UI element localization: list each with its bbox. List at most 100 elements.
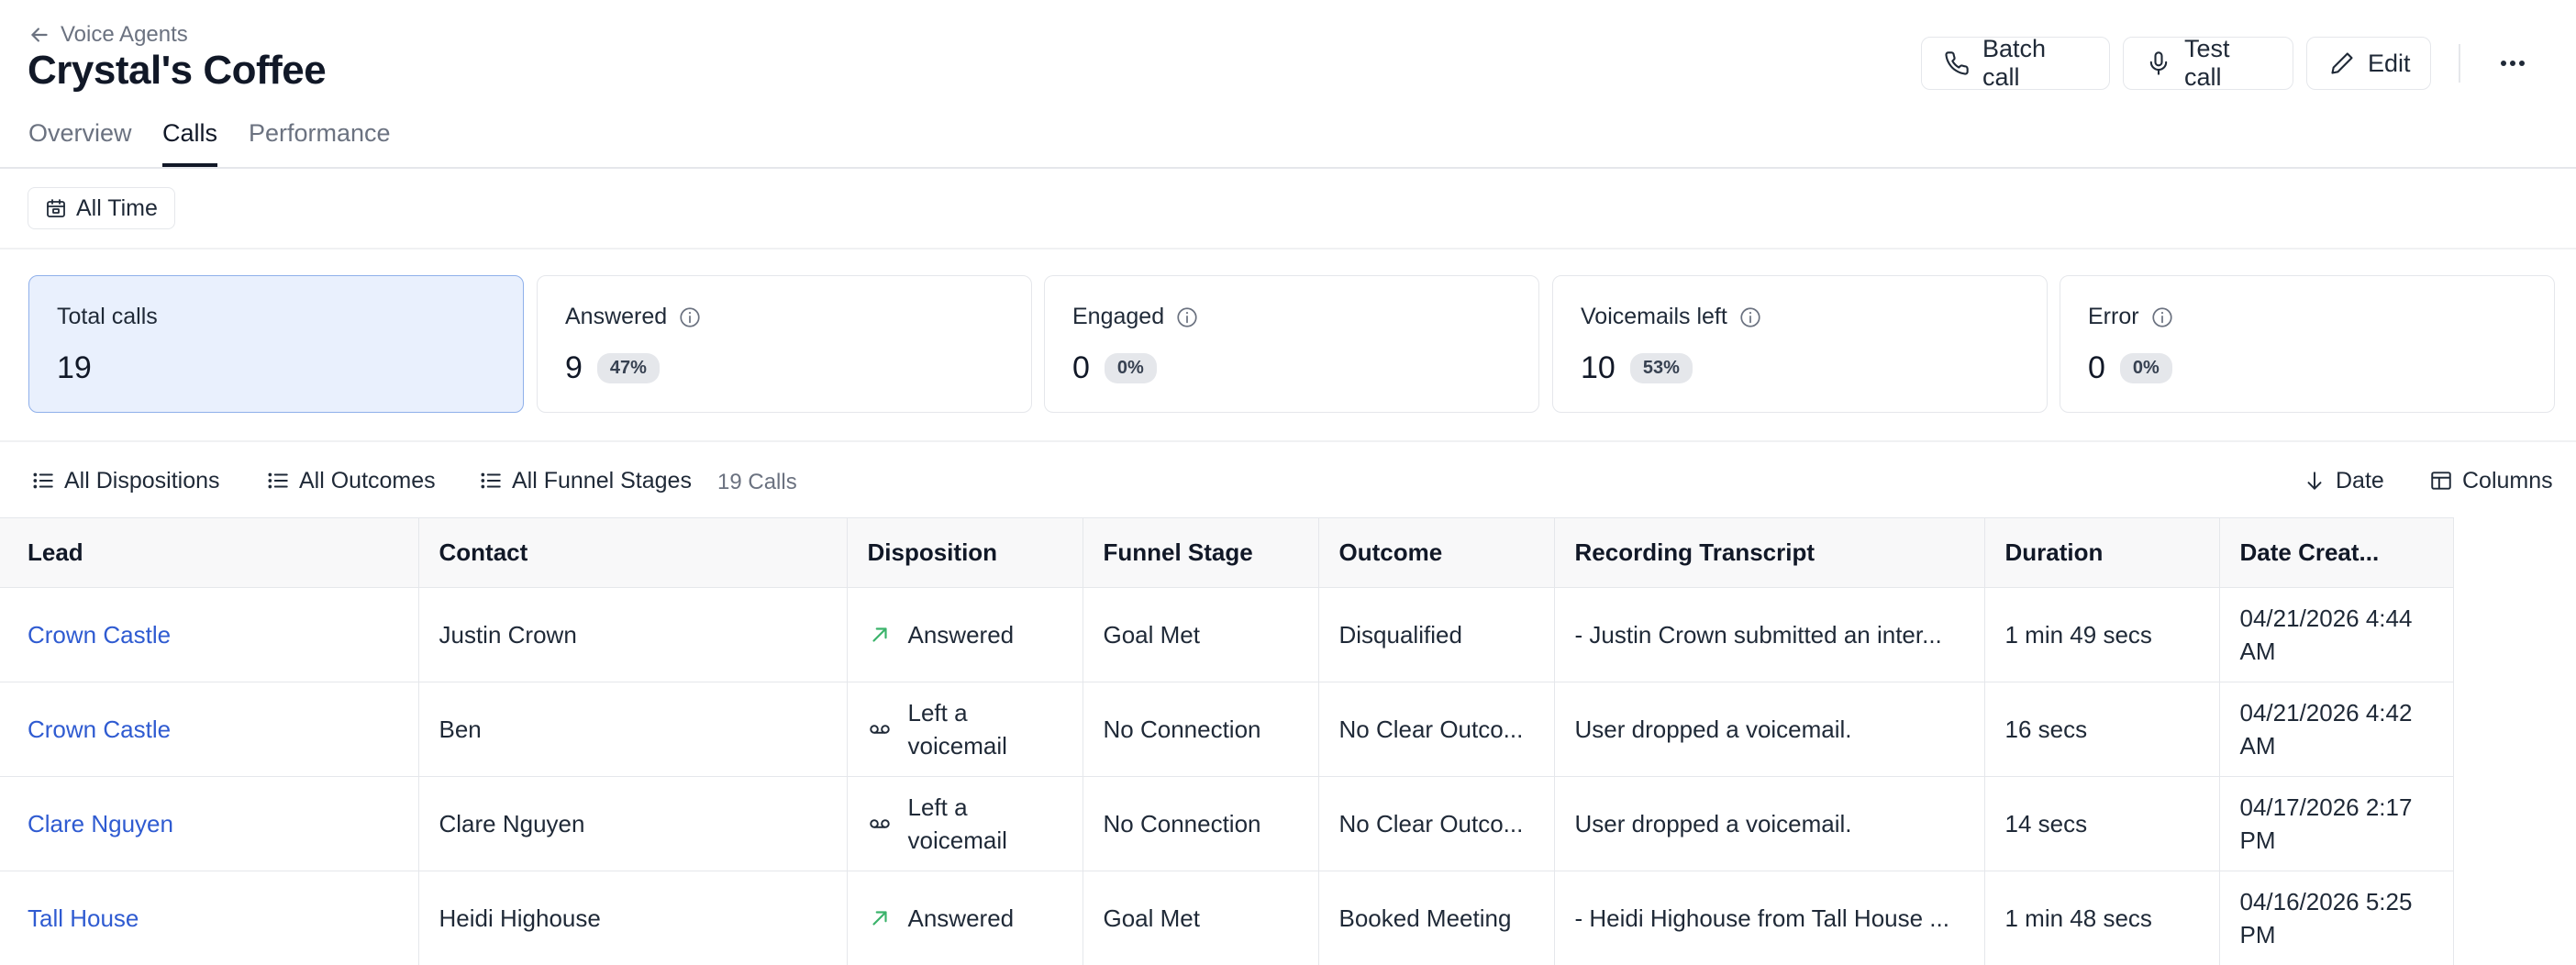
dispositions-filter-label: All Dispositions [64, 467, 220, 494]
table-header-row: Lead Contact Disposition Funnel Stage Ou… [0, 517, 2454, 588]
outcome-cell: No Clear Outco... [1318, 682, 1555, 777]
funnel-stage-cell: No Connection [1083, 776, 1319, 871]
back-link[interactable]: Voice Agents [28, 20, 188, 50]
phone-icon [1945, 51, 1969, 75]
contact-cell: Justin Crown [418, 587, 848, 682]
table-row[interactable]: Crown Castle Justin Crown Answered Goal … [0, 587, 2454, 682]
contact-cell: Ben [418, 682, 848, 777]
contact-cell: Heidi Highouse [418, 871, 848, 965]
tab-calls[interactable]: Calls [162, 119, 218, 167]
date-cell: 04/17/2026 2:17 PM [2219, 776, 2454, 871]
disposition-label: Left a voicemail [907, 699, 1007, 760]
dispositions-filter[interactable]: All Dispositions [31, 462, 220, 499]
stats-row: Total calls 19 Answered 9 47% Engaged 0 … [0, 250, 2576, 442]
column-header-recording-transcript[interactable]: Recording Transcript [1554, 517, 1985, 588]
outcome-cell: Booked Meeting [1318, 871, 1555, 965]
sort-date-button[interactable]: Date [2303, 462, 2384, 499]
lead-link[interactable]: Tall House [28, 904, 139, 932]
table-row[interactable]: Tall House Heidi Highouse Answered Goal … [0, 871, 2454, 965]
list-icon [33, 472, 53, 489]
time-filter-bar: All Time [0, 169, 2576, 250]
stat-percent-badge: 0% [2119, 353, 2172, 383]
columns-icon [2431, 471, 2451, 490]
lead-link[interactable]: Clare Nguyen [28, 810, 173, 837]
date-cell: 04/21/2026 4:42 AM [2219, 682, 2454, 777]
column-header-outcome[interactable]: Outcome [1318, 517, 1555, 588]
pencil-icon [2331, 52, 2353, 74]
stat-percent-badge: 47% [596, 353, 660, 383]
time-filter-button[interactable]: All Time [28, 187, 175, 229]
batch-call-label: Batch call [1982, 35, 2047, 91]
column-header-duration[interactable]: Duration [1984, 517, 2220, 588]
info-icon[interactable] [1175, 305, 1199, 329]
stat-card-engaged[interactable]: Engaged 0 0% [1044, 275, 1539, 413]
stat-card-error[interactable]: Error 0 0% [2060, 275, 2555, 413]
arrow-up-right-icon [872, 627, 887, 642]
batch-call-button[interactable]: Batch call [1921, 35, 2110, 91]
stat-value: 0 [2088, 350, 2105, 385]
edit-label: Edit [2368, 49, 2411, 77]
disposition-label: Left a voicemail [907, 793, 1007, 854]
stat-card-answered[interactable]: Answered 9 47% [537, 275, 1032, 413]
column-header-funnel-stage[interactable]: Funnel Stage [1083, 517, 1319, 588]
info-icon[interactable] [1738, 305, 1762, 329]
column-header-contact[interactable]: Contact [418, 517, 848, 588]
outcomes-filter[interactable]: All Outcomes [266, 462, 436, 499]
funnel-stages-filter[interactable]: All Funnel Stages [479, 462, 692, 499]
stat-value: 0 [1072, 350, 1090, 385]
sort-date-label: Date [2336, 467, 2384, 494]
funnel-stage-cell: Goal Met [1083, 871, 1319, 965]
columns-button[interactable]: Columns [2429, 462, 2553, 499]
tab-bar: Overview Calls Performance [0, 110, 2576, 169]
arrow-down-icon [2307, 471, 2322, 490]
table-row[interactable]: Clare Nguyen Clare Nguyen Left a voicema… [0, 776, 2454, 871]
list-icon [268, 472, 288, 489]
contact-cell: Clare Nguyen [418, 776, 848, 871]
columns-label: Columns [2462, 467, 2553, 494]
calls-table: Lead Contact Disposition Funnel Stage Ou… [0, 517, 2454, 965]
microphone-icon [2149, 51, 2168, 75]
test-call-button[interactable]: Test call [2123, 35, 2293, 91]
back-link-label: Voice Agents [61, 22, 188, 47]
edit-button[interactable]: Edit [2306, 37, 2431, 90]
tab-overview[interactable]: Overview [28, 119, 132, 167]
info-icon[interactable] [2150, 305, 2174, 329]
voicemail-icon [869, 725, 890, 734]
stat-percent-badge: 53% [1629, 353, 1693, 383]
stat-card-total-calls[interactable]: Total calls 19 [28, 275, 524, 413]
stat-card-voicemails-left[interactable]: Voicemails left 10 53% [1552, 275, 2048, 413]
date-cell: 04/16/2026 5:25 PM [2219, 871, 2454, 965]
outcome-cell: Disqualified [1318, 587, 1555, 682]
stat-label: Voicemails left [1581, 304, 1727, 329]
header-divider [2459, 44, 2460, 83]
lead-link[interactable]: Crown Castle [28, 621, 171, 649]
stat-percent-badge: 0% [1104, 353, 1157, 383]
lead-link[interactable]: Crown Castle [28, 715, 171, 743]
arrow-left-icon [31, 28, 48, 42]
transcript-cell: User dropped a voicemail. [1554, 682, 1985, 777]
duration-cell: 16 secs [1984, 682, 2220, 777]
disposition-label: Answered [907, 904, 1015, 932]
page-title: Crystal's Coffee [28, 48, 327, 93]
column-header-date-created[interactable]: Date Creat... [2219, 517, 2454, 588]
column-header-lead[interactable]: Lead [0, 517, 419, 588]
more-options-button[interactable] [2490, 40, 2536, 86]
column-header-disposition[interactable]: Disposition [847, 517, 1083, 588]
stat-label: Error [2088, 304, 2139, 329]
tab-performance[interactable]: Performance [249, 119, 391, 167]
outcome-cell: No Clear Outco... [1318, 776, 1555, 871]
transcript-cell: User dropped a voicemail. [1554, 776, 1985, 871]
table-row[interactable]: Crown Castle Ben Left a voicemail No Con… [0, 682, 2454, 777]
list-icon [481, 472, 501, 489]
transcript-cell: - Heidi Highouse from Tall House ... [1554, 871, 1985, 965]
list-toolbar: All Dispositions All Outcomes All Funnel… [0, 442, 2576, 517]
disposition-label: Answered [907, 621, 1015, 649]
funnel-stages-filter-label: All Funnel Stages [512, 467, 692, 494]
stat-label: Engaged [1072, 304, 1165, 329]
stat-label: Answered [565, 304, 668, 329]
page-header: Voice Agents Crystal's Coffee Batch call… [0, 0, 2576, 169]
outcomes-filter-label: All Outcomes [299, 467, 436, 494]
info-icon[interactable] [678, 305, 702, 329]
stat-value: 10 [1581, 350, 1616, 385]
stat-value: 9 [565, 350, 583, 385]
